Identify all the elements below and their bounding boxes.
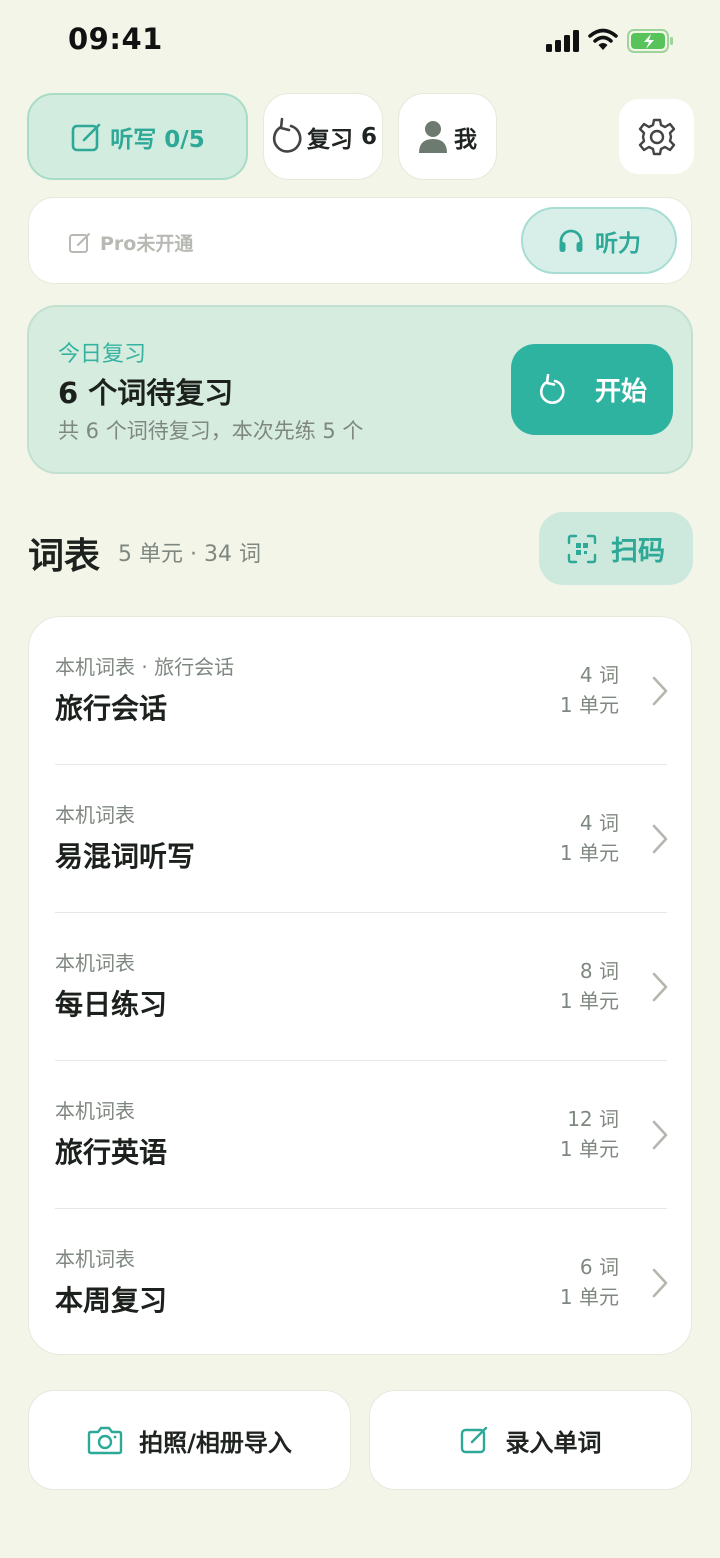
start-label: 开始 (594, 377, 647, 407)
wordlist-section-title: 词表 (28, 536, 101, 577)
pro-label: Pro未开通 (100, 233, 194, 255)
gear-icon (638, 118, 675, 155)
wordlist-row[interactable]: 本机词表 旅行英语 12 词 1 单元 (29, 1061, 693, 1209)
wordlist-meta: 本机词表 (55, 1099, 135, 1123)
start-review-button[interactable]: 开始 (511, 344, 673, 435)
headphones-icon (559, 229, 583, 252)
wordlist-meta: 本机词表 (55, 803, 135, 827)
settings-button[interactable] (619, 99, 694, 174)
battery-icon (627, 29, 673, 53)
chevron-right-icon (652, 676, 668, 706)
scan-label: 扫码 (611, 536, 665, 567)
dictation-tab[interactable]: 听写 0/5 (27, 93, 248, 180)
wordlist-unit-count: 1 单元 (559, 693, 619, 717)
refresh-icon (272, 117, 302, 153)
enter-word-label: 录入单词 (505, 1428, 602, 1457)
wordlist-row[interactable]: 本机词表 · 旅行会话 旅行会话 4 词 1 单元 (29, 617, 693, 765)
photo-import-label: 拍照/相册导入 (139, 1428, 292, 1457)
scan-button[interactable]: 扫码 (539, 512, 693, 585)
wordlist-word-count: 8 词 (579, 959, 619, 983)
wordlist-name: 旅行英语 (55, 1136, 168, 1169)
dictation-label: 听写 0/5 (110, 126, 205, 153)
wordlist-word-count: 4 词 (579, 811, 619, 835)
wordlist-word-count: 6 词 (579, 1255, 619, 1279)
wordlist-card: 本机词表 · 旅行会话 旅行会话 4 词 1 单元 本机词表 易混词听写 4 词… (28, 616, 692, 1355)
wordlist-name: 旅行会话 (55, 692, 168, 725)
photo-import-button[interactable]: 拍照/相册导入 (28, 1390, 351, 1490)
chevron-right-icon (652, 1268, 668, 1298)
wordlist-meta: 本机词表 · 旅行会话 (55, 655, 235, 679)
review-title: 6 个词待复习 (58, 376, 234, 410)
pro-status[interactable]: Pro未开通 (68, 229, 193, 256)
me-tab[interactable]: 我 (398, 93, 497, 180)
wordlist-name: 易混词听写 (55, 840, 196, 873)
chevron-right-icon (652, 1120, 668, 1150)
person-icon (419, 120, 447, 153)
listening-label: 听力 (595, 230, 641, 257)
refresh-icon (540, 373, 565, 404)
edit-icon (460, 1426, 487, 1454)
wordlist-word-count: 12 词 (567, 1107, 619, 1131)
me-label: 我 (454, 126, 477, 153)
wordlist-name: 每日练习 (55, 988, 168, 1021)
camera-icon (87, 1426, 123, 1455)
edit-icon (71, 123, 101, 151)
qr-scan-icon (567, 534, 597, 563)
wordlist-unit-count: 1 单元 (559, 1137, 619, 1161)
wordlist-name: 本周复习 (55, 1284, 168, 1317)
wordlist-meta: 本机词表 (55, 951, 135, 975)
review-tag: 今日复习 (58, 342, 147, 367)
listening-button[interactable]: 听力 (521, 207, 677, 274)
enter-word-button[interactable]: 录入单词 (369, 1390, 692, 1490)
chevron-right-icon (652, 972, 668, 1002)
wordlist-row[interactable]: 本机词表 每日练习 8 词 1 单元 (29, 913, 693, 1061)
wordlist-meta: 本机词表 (55, 1247, 135, 1271)
review-tab[interactable]: 复习 6 (263, 93, 383, 180)
review-subtitle: 共 6 个词待复习，本次先练 5 个 (58, 419, 364, 443)
wordlist-unit-count: 1 单元 (559, 1285, 619, 1309)
review-count: 6 (360, 123, 377, 150)
status-time: 09:41 (68, 22, 163, 56)
edit-icon (69, 232, 90, 253)
chevron-right-icon (652, 824, 668, 854)
wordlist-unit-count: 1 单元 (559, 989, 619, 1013)
wordlist-row[interactable]: 本机词表 本周复习 6 词 1 单元 (29, 1209, 693, 1357)
review-label: 复习 (306, 126, 353, 153)
wifi-icon (588, 28, 618, 50)
signal-icon (546, 30, 579, 52)
wordlist-row[interactable]: 本机词表 易混词听写 4 词 1 单元 (29, 765, 693, 913)
wordlist-count: 5 单元 · 34 词 (118, 542, 261, 567)
wordlist-word-count: 4 词 (579, 663, 619, 687)
wordlist-unit-count: 1 单元 (559, 841, 619, 865)
